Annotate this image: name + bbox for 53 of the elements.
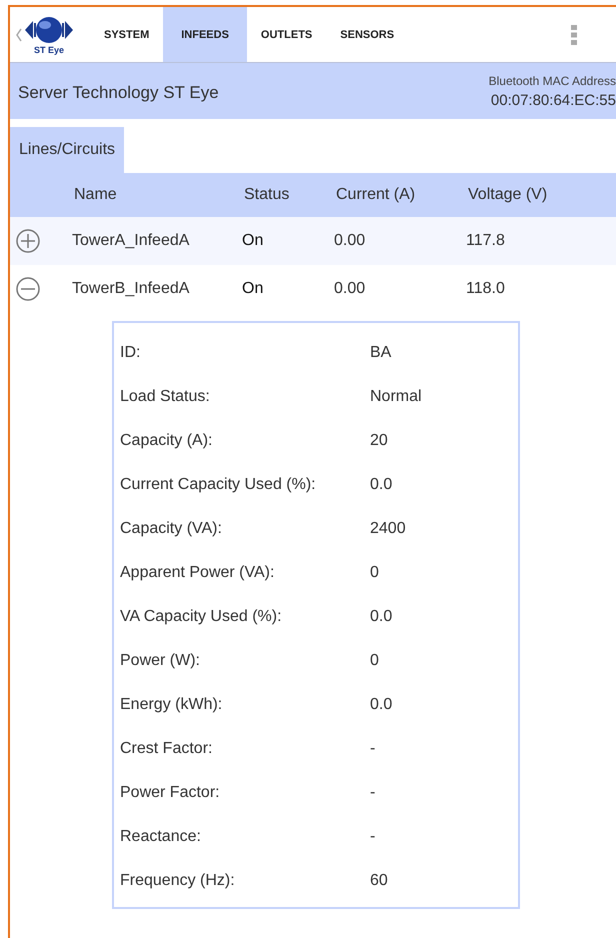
detail-label: Energy (kWh):: [120, 696, 224, 714]
nav-tab[interactable]: SYSTEM: [90, 7, 164, 62]
detail-label: Current Capacity Used (%):: [120, 476, 317, 494]
table-cell-text: 0.00: [334, 280, 366, 298]
back-caret-icon: [16, 28, 22, 42]
detail-label: Load Status:: [120, 388, 211, 406]
detail-value: Normal: [370, 388, 422, 406]
detail-value: 60: [370, 872, 388, 890]
mac-label: Bluetooth MAC Address: [488, 74, 616, 88]
section-tab[interactable]: Lines/Circuits: [10, 127, 124, 173]
mac-address: 00:07:80:64:EC:55: [490, 92, 616, 108]
detail-label: Capacity (A):: [120, 432, 214, 450]
detail-value: -: [370, 828, 376, 846]
column-header: Status: [244, 186, 290, 204]
detail-value: 2400: [370, 520, 406, 538]
detail-label: Power (W):: [120, 652, 201, 670]
collapse-icon[interactable]: [16, 277, 40, 301]
overflow-menu-icon[interactable]: [570, 24, 578, 46]
table-cell-text: 117.8: [466, 232, 506, 250]
expand-icon[interactable]: [16, 229, 40, 253]
detail-label: Frequency (Hz):: [120, 872, 236, 890]
table-row[interactable]: TowerA_InfeedA On 0.00 117.8: [10, 217, 616, 265]
detail-value: 0: [370, 564, 379, 582]
table-cell-text: 118.0: [466, 280, 506, 298]
detail-label: Capacity (VA):: [120, 520, 223, 538]
table-cell-text: TowerB_InfeedA: [72, 280, 190, 298]
detail-value: -: [370, 784, 376, 802]
table-cell-text: On: [242, 232, 264, 250]
detail-value: 0: [370, 652, 379, 670]
nav-tab[interactable]: INFEEDS: [163, 7, 247, 62]
detail-value: -: [370, 740, 376, 758]
detail-label: Power Factor:: [120, 784, 221, 802]
column-header: Name: [74, 186, 118, 204]
detail-label: VA Capacity Used (%):: [120, 608, 283, 626]
detail-value: 0.0: [370, 476, 392, 494]
table-cell-text: On: [242, 280, 264, 298]
device-title: Server Technology ST Eye: [18, 83, 219, 103]
nav-tab[interactable]: SENSORS: [326, 7, 408, 62]
detail-value: 20: [370, 432, 388, 450]
detail-value: 0.0: [370, 696, 392, 714]
detail-value: 0.0: [370, 608, 392, 626]
detail-label: Reactance:: [120, 828, 202, 846]
eye-globe-icon: [23, 14, 75, 44]
column-header: Current (A): [336, 186, 416, 204]
detail-value: BA: [370, 344, 392, 362]
table-cell-text: TowerA_InfeedA: [72, 232, 190, 250]
column-header: Voltage (V): [468, 186, 548, 204]
detail-label: Crest Factor:: [120, 740, 214, 758]
table-cell-text: 0.00: [334, 232, 366, 250]
app-logo[interactable]: ST Eye: [10, 7, 90, 62]
detail-label: ID:: [120, 344, 142, 362]
detail-label: Apparent Power (VA):: [120, 564, 276, 582]
nav-tab[interactable]: OUTLETS: [246, 7, 326, 62]
